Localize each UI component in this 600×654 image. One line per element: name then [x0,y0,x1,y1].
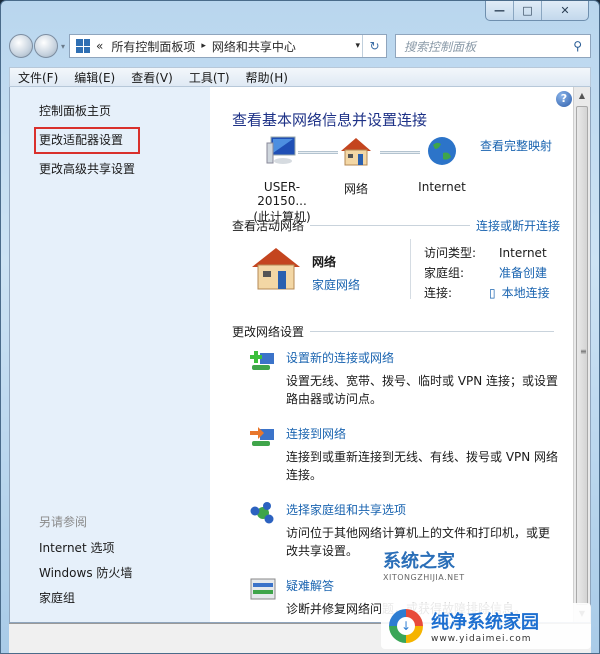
homegroup-ready-link[interactable]: 准备创建 [499,263,547,283]
sidebar: 控制面板主页 更改适配器设置 更改高级共享设置 另请参阅 Internet 选项… [10,87,210,622]
setup-connection-link[interactable]: 设置新的连接或网络 [286,349,560,366]
window: — □ ✕ ▾ « 所有控制面板项 ▸ 网络和共享中心 ▾ ↻ 搜索控制面板 ⚲… [0,0,600,654]
prop-key: 访问类型: [424,246,477,260]
scrollbar-grip-icon: ≡ [580,347,587,356]
prop-connection: 连接: ▯ 本地连接 [424,283,550,303]
watermark-url: XITONGZHIJIA.NET [383,573,465,582]
map-node-computer-label: USER-20150... [257,180,307,208]
watermark-text: 纯净系统家园 [431,612,539,633]
maximize-button[interactable]: □ [514,1,542,20]
content-area: 控制面板主页 更改适配器设置 更改高级共享设置 另请参阅 Internet 选项… [9,87,591,623]
watermark-logo-icon [389,609,423,643]
homegroup-sharing-link[interactable]: 选择家庭组和共享选项 [286,501,560,518]
section-divider [310,331,554,332]
sidebar-link-change-adapter-settings[interactable]: 更改适配器设置 [34,127,140,154]
see-also-homegroup[interactable]: 家庭组 [39,590,132,607]
new-connection-icon [250,351,274,370]
globe-icon [428,137,456,165]
task-connect-network: 连接到网络 连接到或重新连接到无线、有线、拨号或 VPN 网络连接。 [250,425,560,484]
vertical-divider [410,239,411,299]
active-networks-title: 查看活动网络 [232,219,305,233]
breadcrumb-item-network-center[interactable]: 网络和共享中心 [212,38,296,55]
map-node-internet-label: Internet [418,180,466,194]
breadcrumb-item-all-items[interactable]: 所有控制面板项 [111,38,195,55]
network-properties: 访问类型: Internet 家庭组: 准备创建 连接: ▯ 本地连接 [424,243,550,303]
homegroup-icon [250,502,274,524]
page-title: 查看基本网络信息并设置连接 [232,111,428,129]
recent-pages-dropdown[interactable]: ▾ [61,42,65,51]
watermark-yidaimei: 纯净系统家园 www.yidaimei.com [381,603,591,649]
change-settings-header: 更改网络设置 [232,323,560,340]
task-description: 设置无线、宽带、拨号、临时或 VPN 连接；或设置路由器或访问点。 [286,374,559,406]
address-dropdown-icon[interactable]: ▾ [355,41,360,51]
breadcrumb-overflow[interactable]: « [96,39,103,53]
navigation-bar: ▾ « 所有控制面板项 ▸ 网络和共享中心 ▾ ↻ 搜索控制面板 ⚲ [9,33,591,59]
prop-value: Internet [499,246,547,260]
network-name: 网络 [312,255,337,269]
caption-buttons: — □ ✕ [485,1,589,21]
menu-file[interactable]: 文件(F) [18,69,58,86]
see-also-internet-options[interactable]: Internet 选项 [39,540,132,557]
section-divider [310,225,470,226]
help-icon[interactable]: ? [556,91,572,107]
map-node-network-label: 网络 [343,182,368,196]
see-also-section: 另请参阅 Internet 选项 Windows 防火墙 家庭组 [39,513,132,615]
home-network-icon [252,248,300,290]
search-input[interactable]: 搜索控制面板 ⚲ [395,34,591,58]
minimize-button[interactable]: — [486,1,514,20]
computer-icon [266,136,296,164]
refresh-button[interactable]: ↻ [362,35,386,57]
menu-view[interactable]: 查看(V) [131,69,173,86]
prop-access-type: 访问类型: Internet [424,243,550,263]
menu-edit[interactable]: 编辑(E) [74,69,115,86]
connect-disconnect-link[interactable]: 连接或断开连接 [476,217,560,234]
map-connection-line [298,151,338,154]
watermark-xitongzhijia: 系统之家 XITONGZHIJIA.NET [383,547,465,582]
scrollbar-thumb[interactable]: ≡ [576,106,588,605]
search-placeholder: 搜索控制面板 [404,39,477,54]
view-full-map-link[interactable]: 查看完整映射 [480,137,552,154]
back-button[interactable] [9,34,33,58]
control-panel-icon [76,39,91,53]
house-icon [341,138,371,166]
sidebar-link-advanced-sharing[interactable]: 更改高级共享设置 [39,161,210,178]
watermark-text: 系统之家 [383,551,455,572]
forward-button[interactable] [34,34,58,58]
see-also-header: 另请参阅 [39,515,88,529]
breadcrumb-separator-icon[interactable]: ▸ [201,41,206,51]
menu-tools[interactable]: 工具(T) [189,69,230,86]
menu-bar: 文件(F) 编辑(E) 查看(V) 工具(T) 帮助(H) [9,67,591,87]
search-icon[interactable]: ⚲ [573,39,582,53]
task-setup-connection: 设置新的连接或网络 设置无线、宽带、拨号、临时或 VPN 连接；或设置路由器或访… [250,349,560,408]
active-networks-header: 查看活动网络 连接或断开连接 [232,217,560,234]
map-node-network[interactable]: 网络 [336,135,376,197]
main-panel: ? 查看基本网络信息并设置连接 查看完整映射 USER-20150... (此计… [210,87,590,622]
prop-homegroup: 家庭组: 准备创建 [424,263,550,283]
local-connection-link[interactable]: 本地连接 [502,283,550,303]
see-also-windows-firewall[interactable]: Windows 防火墙 [39,565,132,582]
network-map: USER-20150... (此计算机) 网络 Internet [240,135,480,224]
connect-network-icon [250,427,274,446]
ethernet-icon: ▯ [489,286,496,300]
prop-key: 连接: [424,286,453,300]
connect-to-network-link[interactable]: 连接到网络 [286,425,560,442]
troubleshoot-icon [250,578,276,600]
sidebar-link-control-panel-home[interactable]: 控制面板主页 [39,103,210,120]
menu-help[interactable]: 帮助(H) [246,69,288,86]
scroll-up-arrow-icon[interactable]: ▲ [574,87,590,104]
task-description: 连接到或重新连接到无线、有线、拨号或 VPN 网络连接。 [286,450,559,482]
address-bar[interactable]: « 所有控制面板项 ▸ 网络和共享中心 ▾ ↻ [69,34,388,58]
change-settings-title: 更改网络设置 [232,325,305,339]
active-network: 网络 家庭网络 [250,245,360,293]
prop-key: 家庭组: [424,266,465,280]
map-node-computer[interactable]: USER-20150... (此计算机) [240,135,324,225]
close-button[interactable]: ✕ [542,1,588,20]
network-type-link[interactable]: 家庭网络 [312,276,360,293]
vertical-scrollbar[interactable]: ▲ ≡ ▼ [573,87,590,622]
watermark-url: www.yidaimei.com [431,634,532,644]
map-node-internet[interactable]: Internet [412,135,472,194]
